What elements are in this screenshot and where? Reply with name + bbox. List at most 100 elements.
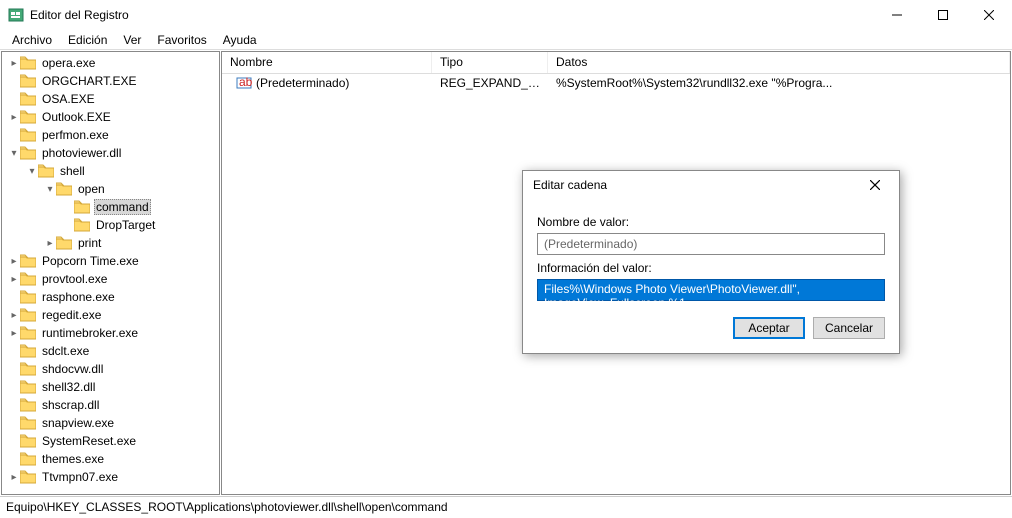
list-row[interactable]: ab(Predeterminado)REG_EXPAND_SZ%SystemRo… xyxy=(222,74,1010,92)
edit-string-dialog: Editar cadena Nombre de valor: Informaci… xyxy=(522,170,900,354)
tree-node[interactable]: SystemReset.exe xyxy=(2,432,219,450)
tree-node[interactable]: ▸print xyxy=(2,234,219,252)
value-type: REG_EXPAND_SZ xyxy=(432,76,548,90)
tree-node[interactable]: ORGCHART.EXE xyxy=(2,72,219,90)
tree-node-label: shell xyxy=(58,164,87,178)
svg-text:ab: ab xyxy=(239,75,252,89)
tree-node-label: OSA.EXE xyxy=(40,92,97,106)
expand-icon[interactable]: ▸ xyxy=(8,328,20,339)
tree-node[interactable]: ▸ Ttvmpn07.exe xyxy=(2,468,219,486)
folder-icon xyxy=(20,308,36,322)
tree-node[interactable]: shscrap.dll xyxy=(2,396,219,414)
tree-node[interactable]: DropTarget xyxy=(2,216,219,234)
tree-node-label: perfmon.exe xyxy=(40,128,111,142)
tree-node[interactable]: shdocvw.dll xyxy=(2,360,219,378)
tree-node[interactable]: ▸ Popcorn Time.exe xyxy=(2,252,219,270)
tree-node-label: Outlook.EXE xyxy=(40,110,113,124)
collapse-icon[interactable]: ▾ xyxy=(44,184,56,195)
tree-node[interactable]: command xyxy=(2,198,219,216)
menu-archivo[interactable]: Archivo xyxy=(4,31,60,49)
tree-node-label: SystemReset.exe xyxy=(40,434,138,448)
tree-node[interactable]: ▾open xyxy=(2,180,219,198)
folder-icon xyxy=(20,434,36,448)
folder-icon xyxy=(20,74,36,88)
expand-icon[interactable]: ▸ xyxy=(44,238,56,249)
collapse-icon[interactable]: ▾ xyxy=(26,166,38,177)
name-label: Nombre de valor: xyxy=(537,215,885,229)
expand-icon[interactable]: ▸ xyxy=(8,472,20,483)
tree-node[interactable]: ▸ runtimebroker.exe xyxy=(2,324,219,342)
folder-icon xyxy=(20,110,36,124)
tree-node-label: runtimebroker.exe xyxy=(40,326,140,340)
ok-button[interactable]: Aceptar xyxy=(733,317,805,339)
col-type[interactable]: Tipo xyxy=(432,52,548,73)
folder-icon xyxy=(20,56,36,70)
tree-node-label: Popcorn Time.exe xyxy=(40,254,141,268)
folder-icon xyxy=(20,272,36,286)
expand-icon[interactable]: ▸ xyxy=(8,58,20,69)
tree-node-label: DropTarget xyxy=(94,218,157,232)
tree-node-label: shell32.dll xyxy=(40,380,97,394)
folder-icon xyxy=(20,470,36,484)
tree-node[interactable]: ▸ Outlook.EXE xyxy=(2,108,219,126)
window-title: Editor del Registro xyxy=(30,8,874,22)
value-data: %SystemRoot%\System32\rundll32.exe "%Pro… xyxy=(548,76,1010,90)
tree-node[interactable]: perfmon.exe xyxy=(2,126,219,144)
tree-node[interactable]: ▸regedit.exe xyxy=(2,306,219,324)
tree-node[interactable]: snapview.exe xyxy=(2,414,219,432)
tree-node-label: Ttvmpn07.exe xyxy=(40,470,120,484)
tree-node[interactable]: ▾ shell xyxy=(2,162,219,180)
folder-icon xyxy=(20,146,36,160)
tree-node[interactable]: OSA.EXE xyxy=(2,90,219,108)
tree-node[interactable]: ▾ photoviewer.dll xyxy=(2,144,219,162)
folder-icon xyxy=(74,218,90,232)
cancel-button[interactable]: Cancelar xyxy=(813,317,885,339)
titlebar: Editor del Registro xyxy=(0,0,1012,30)
statusbar: Equipo\HKEY_CLASSES_ROOT\Applications\ph… xyxy=(0,496,1012,516)
close-button[interactable] xyxy=(966,0,1012,30)
registry-tree[interactable]: ▸ opera.exe ORGCHART.EXE OSA.EXE ▸ Outlook.EX… xyxy=(1,51,220,495)
list-header: Nombre Tipo Datos xyxy=(222,52,1010,74)
expand-icon[interactable]: ▸ xyxy=(8,256,20,267)
tree-node[interactable]: ▸provtool.exe xyxy=(2,270,219,288)
folder-icon xyxy=(20,380,36,394)
tree-node-label: rasphone.exe xyxy=(40,290,117,304)
collapse-icon[interactable]: ▾ xyxy=(8,148,20,159)
folder-icon xyxy=(56,236,72,250)
menu-ayuda[interactable]: Ayuda xyxy=(215,31,265,49)
tree-node-label: shdocvw.dll xyxy=(40,362,105,376)
menu-edicion[interactable]: Edición xyxy=(60,31,115,49)
maximize-button[interactable] xyxy=(920,0,966,30)
tree-node-label: sdclt.exe xyxy=(40,344,91,358)
tree-node-label: photoviewer.dll xyxy=(40,146,123,160)
tree-node[interactable]: themes.exe xyxy=(2,450,219,468)
dialog-close-button[interactable] xyxy=(861,171,889,199)
folder-icon xyxy=(20,398,36,412)
data-label: Información del valor: xyxy=(537,261,885,275)
menubar: Archivo Edición Ver Favoritos Ayuda xyxy=(0,30,1012,50)
folder-icon xyxy=(56,182,72,196)
tree-node-label: snapview.exe xyxy=(40,416,116,430)
folder-icon xyxy=(74,200,90,214)
col-name[interactable]: Nombre xyxy=(222,52,432,73)
expand-icon[interactable]: ▸ xyxy=(8,310,20,321)
tree-node-label: opera.exe xyxy=(40,56,97,70)
menu-ver[interactable]: Ver xyxy=(115,31,149,49)
col-data[interactable]: Datos xyxy=(548,52,1010,73)
folder-icon xyxy=(20,362,36,376)
folder-icon xyxy=(20,326,36,340)
tree-node[interactable]: shell32.dll xyxy=(2,378,219,396)
minimize-button[interactable] xyxy=(874,0,920,30)
tree-node[interactable]: ▸ opera.exe xyxy=(2,54,219,72)
folder-icon xyxy=(20,416,36,430)
tree-node[interactable]: sdclt.exe xyxy=(2,342,219,360)
name-input[interactable] xyxy=(537,233,885,255)
expand-icon[interactable]: ▸ xyxy=(8,274,20,285)
tree-node-label: ORGCHART.EXE xyxy=(40,74,138,88)
close-icon xyxy=(870,180,880,190)
folder-icon xyxy=(20,344,36,358)
expand-icon[interactable]: ▸ xyxy=(8,112,20,123)
data-input[interactable]: Files%\Windows Photo Viewer\PhotoViewer.… xyxy=(537,279,885,301)
menu-favoritos[interactable]: Favoritos xyxy=(149,31,214,49)
tree-node[interactable]: rasphone.exe xyxy=(2,288,219,306)
